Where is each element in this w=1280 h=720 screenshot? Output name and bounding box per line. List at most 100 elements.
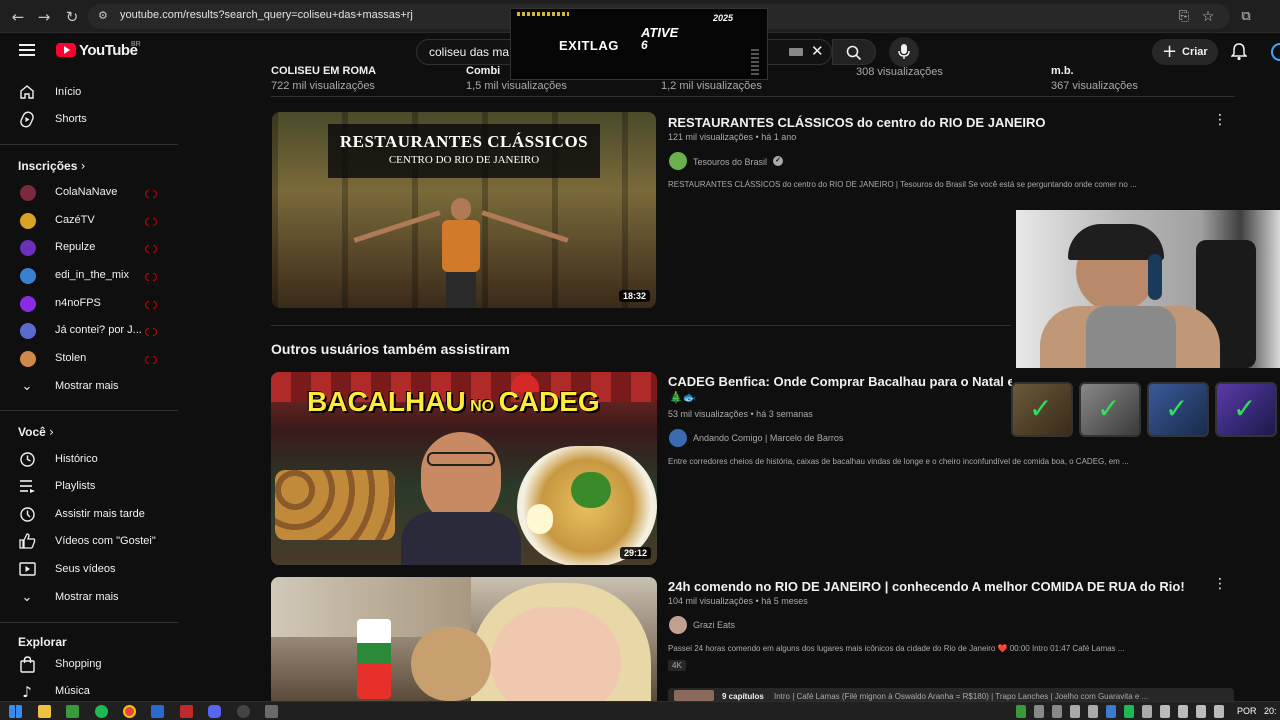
create-button[interactable]: + Criar <box>1152 39 1218 65</box>
install-app-icon[interactable]: ⎘ <box>1174 7 1194 27</box>
thumb-subtitle: CENTRO DO RIO DE JANEIRO <box>388 154 540 166</box>
microphone-icon[interactable] <box>1160 705 1170 718</box>
youtube-logo-icon[interactable] <box>56 43 76 57</box>
app-icon[interactable] <box>151 705 164 718</box>
notifications-bell-icon[interactable] <box>1231 43 1247 61</box>
top-video-title[interactable]: m.b. <box>1051 65 1111 75</box>
thumb-food <box>411 627 491 701</box>
subscriptions-heading[interactable]: Inscrições › <box>18 159 86 173</box>
channel-name[interactable]: Andando Comigo | Marcelo de Barros <box>693 433 843 443</box>
headset <box>1148 254 1162 300</box>
chapters-count: 9 capítulos <box>722 692 764 701</box>
thumb-person-face <box>491 607 621 701</box>
sidebar-item-subscription[interactable]: Já contei? por J... <box>0 318 178 344</box>
spotify-icon[interactable] <box>95 705 108 718</box>
channel-name[interactable]: Tesouros do Brasil <box>693 157 767 167</box>
tray-icon[interactable] <box>1124 705 1134 718</box>
sidebar-item-subscription[interactable]: n4noFPS <box>0 291 178 317</box>
sidebar-item-your-videos[interactable]: Seus vídeos <box>0 557 178 583</box>
network-icon[interactable] <box>1178 705 1188 718</box>
video-title[interactable]: CADEG Benfica: Onde Comprar Bacalhau par… <box>668 374 1012 389</box>
menu-icon[interactable] <box>19 44 35 56</box>
app-icon[interactable] <box>180 705 193 718</box>
search-button[interactable] <box>832 39 876 65</box>
sidebar-item-shopping[interactable]: Shopping <box>0 652 178 678</box>
reload-icon[interactable]: ↻ <box>62 7 82 27</box>
tray-icon[interactable] <box>1106 705 1116 718</box>
channel-avatar[interactable] <box>669 429 687 447</box>
keyboard-icon[interactable] <box>789 48 803 56</box>
app-icon[interactable] <box>66 705 79 718</box>
thumb-food <box>275 470 395 540</box>
sidebar-item-subscription[interactable]: Stolen <box>0 346 178 372</box>
tray-icon[interactable] <box>1034 705 1044 718</box>
more-options-icon[interactable]: ⋮ <box>1213 112 1227 128</box>
video-thumbnail[interactable] <box>271 577 657 701</box>
webcam-overlay <box>1016 210 1280 368</box>
youtube-logo-text[interactable]: YouTube <box>79 42 138 59</box>
windows-start-icon[interactable] <box>9 705 22 718</box>
like-icon <box>19 533 36 549</box>
chrome-icon[interactable] <box>123 705 136 718</box>
video-title[interactable]: 24h comendo no RIO DE JANEIRO | conhecen… <box>668 579 1185 594</box>
extensions-icon[interactable]: ⧉ <box>1236 7 1256 27</box>
live-icon <box>145 355 157 364</box>
sidebar-item-subscription[interactable]: edi_in_the_mix <box>0 263 178 289</box>
video-description: Entre corredores cheios de história, cai… <box>668 457 1129 466</box>
avatar[interactable] <box>1271 43 1280 61</box>
chapters-bar[interactable]: 9 capítulos Intro | Café Lamas (Filé mig… <box>668 688 1234 701</box>
tray-icon[interactable] <box>1052 705 1062 718</box>
bookmark-star-icon[interactable]: ☆ <box>1198 7 1218 27</box>
more-options-icon[interactable]: ⋮ <box>1213 576 1227 592</box>
sidebar-show-more[interactable]: ⌄ Mostrar mais <box>0 374 178 400</box>
chevron-down-icon: ⌄ <box>21 379 33 394</box>
site-info-icon[interactable]: ⚙ <box>98 9 110 23</box>
top-video-views: 1,5 mil visualizações <box>466 80 567 92</box>
achievement-badge: ✓ <box>1215 382 1277 437</box>
app-icon[interactable] <box>265 705 278 718</box>
sidebar-item-label: Vídeos com "Gostei" <box>55 535 156 547</box>
clock[interactable]: 20: <box>1264 706 1277 716</box>
sidebar-item-subscription[interactable]: ColaNaNave <box>0 180 178 206</box>
chapter-thumb <box>674 690 714 701</box>
clear-search-icon[interactable]: ✕ <box>811 42 824 60</box>
video-title[interactable]: RESTAURANTES CLÁSSICOS do centro do RIO … <box>668 115 1046 130</box>
thumb-broccoli <box>571 472 611 508</box>
shopping-icon <box>20 656 35 673</box>
sidebar-item-subscription[interactable]: CazéTV <box>0 208 178 234</box>
tray-icon[interactable] <box>1016 705 1026 718</box>
show-more-label: Mostrar mais <box>55 380 119 392</box>
top-video-title[interactable]: COLISEU EM ROMA <box>271 65 421 75</box>
back-arrow-icon[interactable]: ← <box>8 7 28 27</box>
input-language[interactable]: POR <box>1237 706 1257 716</box>
video-thumbnail[interactable]: RESTAURANTES CLÁSSICOS CENTRO DO RIO DE … <box>272 112 656 308</box>
channel-name: CazéTV <box>55 214 95 226</box>
you-heading[interactable]: Você › <box>18 425 54 439</box>
file-explorer-icon[interactable] <box>38 705 51 718</box>
sidebar-item-playlists[interactable]: Playlists <box>0 474 178 500</box>
discord-icon[interactable] <box>208 705 221 718</box>
channel-name[interactable]: Grazi Eats <box>693 620 735 630</box>
sidebar-item-history[interactable]: Histórico <box>0 447 178 473</box>
channel-avatar[interactable] <box>669 616 687 634</box>
battery-icon[interactable] <box>1196 705 1206 718</box>
sidebar-item-liked-videos[interactable]: Vídeos com "Gostei" <box>0 529 178 555</box>
video-title-emoji: 🎄🐟 <box>669 392 697 404</box>
sidebar-item-shorts[interactable]: Shorts <box>0 107 178 133</box>
forward-arrow-icon[interactable]: → <box>34 7 54 27</box>
ad-stripe <box>517 12 569 16</box>
sidebar-item-subscription[interactable]: Repulze <box>0 235 178 261</box>
volume-icon[interactable] <box>1214 705 1224 718</box>
sidebar-item-inicio[interactable]: Início <box>0 80 178 106</box>
obs-icon[interactable] <box>237 705 250 718</box>
voice-search-button[interactable] <box>889 37 919 67</box>
top-video-title[interactable]: Combi <box>466 65 516 75</box>
tray-icon[interactable] <box>1142 705 1152 718</box>
tray-icon[interactable] <box>1070 705 1080 718</box>
sidebar-show-more-2[interactable]: ⌄ Mostrar mais <box>0 585 178 611</box>
avatar <box>20 296 36 312</box>
sidebar-item-watch-later[interactable]: Assistir mais tarde <box>0 502 178 528</box>
video-thumbnail[interactable]: BACALHAU NO CADEG 29:12 <box>271 372 657 565</box>
tray-icon[interactable] <box>1088 705 1098 718</box>
channel-avatar[interactable] <box>669 152 687 170</box>
